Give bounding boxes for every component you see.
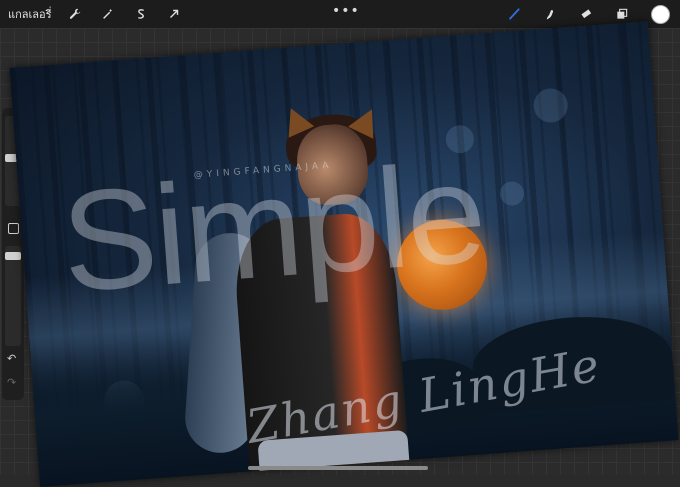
selection-s-icon[interactable] xyxy=(130,3,152,25)
magic-wand-icon[interactable] xyxy=(97,3,119,25)
transform-arrow-icon[interactable] xyxy=(163,3,185,25)
more-options-icon[interactable]: ••• xyxy=(332,3,360,19)
modify-button[interactable] xyxy=(8,223,19,234)
opacity-thumb[interactable] xyxy=(5,252,21,260)
brush-icon[interactable] xyxy=(503,3,525,25)
redo-icon[interactable]: ↷ xyxy=(7,376,16,389)
smudge-icon[interactable] xyxy=(539,3,561,25)
home-indicator[interactable] xyxy=(248,466,428,470)
undo-icon[interactable]: ↶ xyxy=(7,352,16,365)
opacity-slider[interactable] xyxy=(5,246,21,346)
eraser-icon[interactable] xyxy=(575,3,597,25)
gallery-button[interactable]: แกลเลอรี่ xyxy=(8,5,52,23)
artwork-canvas[interactable]: @YINGFANGNAJAA Simple Zhang LingHe xyxy=(9,21,679,487)
top-toolbar: แกลเลอรี่ ••• xyxy=(0,0,680,28)
wrench-icon[interactable] xyxy=(64,3,86,25)
color-picker-button[interactable] xyxy=(651,4,670,24)
